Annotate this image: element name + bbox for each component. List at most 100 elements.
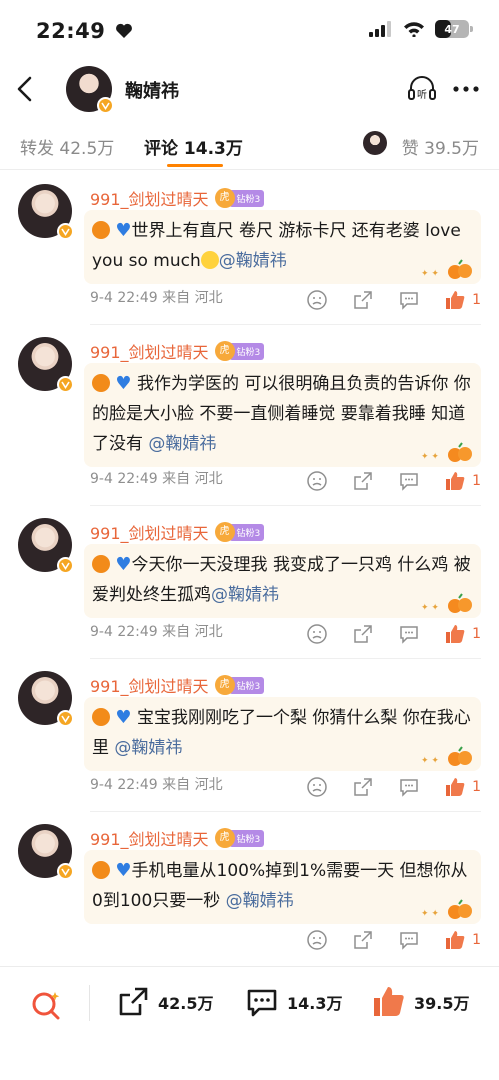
reply-icon[interactable] xyxy=(398,623,420,645)
repost-button[interactable]: 42.5万 xyxy=(116,985,213,1019)
commenter-avatar[interactable] xyxy=(18,518,74,574)
verified-badge-icon xyxy=(57,557,74,574)
listen-icon[interactable]: 听 xyxy=(407,74,437,104)
listen-label: 听 xyxy=(417,89,427,101)
commenter-avatar[interactable] xyxy=(18,824,74,880)
comment-list: 991_剑划过晴天 虎钻粉3 ♥世界上有直尺 卷尺 游标卡尺 还有老婆 love… xyxy=(0,172,499,965)
comment-text: ♥ 宝宝我刚刚吃了一个梨 你猜什么梨 你在我心里 @鞠婧祎 ✦ ✦ xyxy=(84,697,481,771)
comment-item: 991_剑划过晴天 虎钻粉3 ♥今天你一天没理我 我变成了一只鸡 什么鸡 被爱判… xyxy=(0,506,499,659)
blue-heart-emoji-icon: ♥ xyxy=(115,707,132,728)
dislike-icon[interactable] xyxy=(306,470,328,492)
mention-link[interactable]: @鞠婧祎 xyxy=(211,585,279,605)
tiger-icon: 虎 xyxy=(214,828,235,848)
reply-icon[interactable] xyxy=(398,289,420,311)
svg-text:✦ ✦: ✦ ✦ xyxy=(421,909,439,919)
comment-meta: 9-4 22:49 来自 河北 xyxy=(90,777,223,793)
commenter-avatar[interactable] xyxy=(18,337,74,393)
like-thumb-icon xyxy=(374,987,404,1016)
ai-search-icon[interactable] xyxy=(30,989,62,1021)
comment-button[interactable]: 14.3万 xyxy=(245,985,342,1019)
more-options-icon[interactable] xyxy=(451,76,481,102)
like-count: 1 xyxy=(472,292,481,308)
svg-text:✦ ✦: ✦ ✦ xyxy=(421,603,439,613)
commenter-name[interactable]: 991_剑划过晴天 xyxy=(90,186,209,210)
share-icon[interactable] xyxy=(352,929,374,951)
like-count: 1 xyxy=(472,779,481,795)
like-thumb-icon[interactable] xyxy=(444,623,466,645)
orange-emoji-icon xyxy=(92,555,110,573)
fan-level-badge: 虎钻粉3 xyxy=(214,522,265,542)
like-thumb-icon[interactable] xyxy=(444,470,466,492)
share-icon[interactable] xyxy=(352,623,374,645)
like-count: 1 xyxy=(472,932,481,948)
tab-like[interactable]: 赞 39.5万 xyxy=(402,134,479,159)
like-button[interactable]: 39.5万 xyxy=(372,985,469,1019)
commenter-name[interactable]: 991_剑划过晴天 xyxy=(90,520,209,544)
tab-repost[interactable]: 转发 42.5万 xyxy=(20,134,114,159)
tiger-icon: 虎 xyxy=(214,675,235,695)
tiger-icon: 虎 xyxy=(214,341,235,361)
reply-icon[interactable] xyxy=(398,470,420,492)
comment-text: ♥ 我作为学医的 可以很明确且负责的告诉你 你的脸是大小脸 不要一直侧着睡觉 要… xyxy=(84,363,481,467)
share-icon[interactable] xyxy=(352,776,374,798)
blue-heart-emoji-icon: ♥ xyxy=(115,220,132,241)
battery-icon: 47 xyxy=(435,20,473,38)
tab-comment[interactable]: 评论 14.3万 xyxy=(144,134,243,159)
comment-meta: 9-4 22:49 来自 河北 xyxy=(90,471,223,487)
share-icon[interactable] xyxy=(352,470,374,492)
reply-icon[interactable] xyxy=(398,929,420,951)
commenter-name[interactable]: 991_剑划过晴天 xyxy=(90,339,209,363)
comment-meta: 9-4 22:49 来自 河北 xyxy=(90,290,223,306)
verified-badge-icon xyxy=(97,97,114,114)
svg-text:✦ ✦: ✦ ✦ xyxy=(421,756,439,766)
mention-link[interactable]: @鞠婧祎 xyxy=(148,434,216,454)
liker-avatar xyxy=(363,131,387,155)
commenter-avatar[interactable] xyxy=(18,184,74,240)
signal-icon xyxy=(369,21,391,37)
like-thumb-icon[interactable] xyxy=(444,776,466,798)
reply-icon[interactable] xyxy=(398,776,420,798)
comment-item: 991_剑划过晴天 虎钻粉3 ♥世界上有直尺 卷尺 游标卡尺 还有老婆 love… xyxy=(0,172,499,325)
verified-badge-icon xyxy=(57,223,74,240)
like-thumb-icon[interactable] xyxy=(444,289,466,311)
commenter-avatar[interactable] xyxy=(18,671,74,727)
commenter-name[interactable]: 991_剑划过晴天 xyxy=(90,826,209,850)
verified-badge-icon xyxy=(57,710,74,727)
comment-item: 991_剑划过晴天 虎钻粉3 ♥ 宝宝我刚刚吃了一个梨 你猜什么梨 你在我心里 … xyxy=(0,659,499,812)
orange-decoration-icon: ✦ ✦ xyxy=(421,899,472,919)
comment-meta: 9-4 22:49 来自 河北 xyxy=(90,624,223,640)
dislike-icon[interactable] xyxy=(306,289,328,311)
author-name[interactable]: 鞠婧祎 xyxy=(125,77,179,103)
orange-emoji-icon xyxy=(92,221,110,239)
back-arrow-icon[interactable] xyxy=(12,74,40,104)
like-thumb-icon[interactable] xyxy=(444,929,466,951)
svg-text:✦ ✦: ✦ ✦ xyxy=(421,269,439,279)
orange-decoration-icon: ✦ ✦ xyxy=(421,442,472,462)
comment-text: ♥今天你一天没理我 我变成了一只鸡 什么鸡 被爱判处终生孤鸡@鞠婧祎 ✦ ✦ xyxy=(84,544,481,618)
smile-emoji-icon xyxy=(200,251,219,269)
top-nav-bar: 鞠婧祎 听 xyxy=(0,62,499,116)
author-avatar[interactable] xyxy=(66,66,114,114)
orange-decoration-icon: ✦ ✦ xyxy=(421,259,472,279)
mention-link[interactable]: @鞠婧祎 xyxy=(219,251,287,271)
comment-item: 991_剑划过晴天 虎钻粉3 ♥ 我作为学医的 可以很明确且负责的告诉你 你的脸… xyxy=(0,325,499,506)
mention-link[interactable]: @鞠婧祎 xyxy=(114,738,182,758)
verified-badge-icon xyxy=(57,863,74,880)
detail-tabs: 转发 42.5万 评论 14.3万 赞 39.5万 xyxy=(0,118,499,170)
commenter-name[interactable]: 991_剑划过晴天 xyxy=(90,673,209,697)
dislike-icon[interactable] xyxy=(306,929,328,951)
share-icon[interactable] xyxy=(352,289,374,311)
tiger-icon: 虎 xyxy=(214,522,235,542)
status-time: 22:49 xyxy=(36,19,133,43)
tiger-icon: 虎 xyxy=(214,188,235,208)
dislike-icon[interactable] xyxy=(306,776,328,798)
comment-icon xyxy=(247,989,277,1017)
bottom-action-bar: 42.5万 14.3万 39.5万 xyxy=(0,966,499,1080)
mention-link[interactable]: @鞠婧祎 xyxy=(226,891,294,911)
dislike-icon[interactable] xyxy=(306,623,328,645)
wifi-icon xyxy=(404,22,424,37)
blue-heart-emoji-icon: ♥ xyxy=(115,373,132,394)
comment-item: 991_剑划过晴天 虎钻粉3 ♥手机电量从100%掉到1%需要一天 但想你从0到… xyxy=(0,812,499,965)
orange-decoration-icon: ✦ ✦ xyxy=(421,746,472,766)
status-bar: 22:49 47 xyxy=(0,0,499,62)
